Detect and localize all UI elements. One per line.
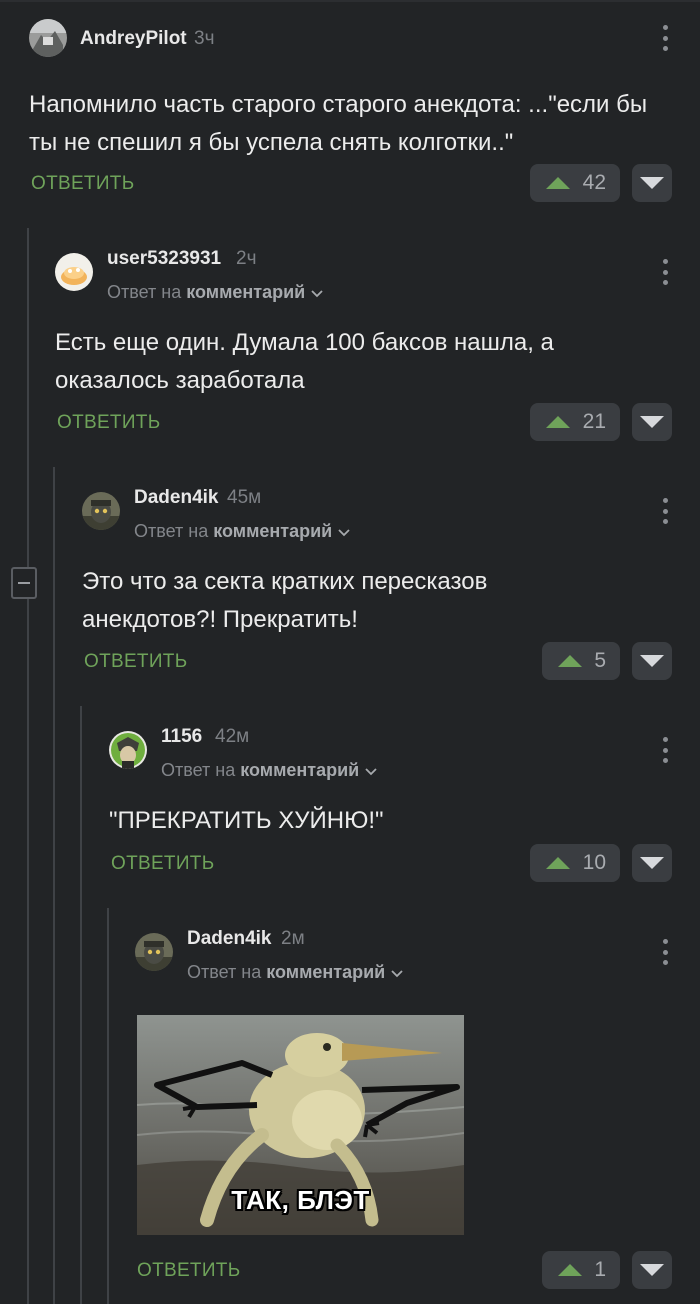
downvote-icon — [640, 857, 664, 869]
kebab-menu-icon[interactable] — [661, 25, 669, 51]
kebab-menu-icon[interactable] — [661, 939, 669, 965]
downvote-icon — [640, 177, 664, 189]
reply-to-prefix: Ответ на — [134, 521, 209, 541]
comment-text: Есть еще один. Думала 100 баксов нашла, … — [55, 329, 554, 394]
reply-to-link[interactable]: Ответ на комментарий — [187, 962, 403, 983]
reply-to-target: комментарий — [213, 521, 333, 541]
thread-line-level-1[interactable] — [27, 228, 29, 1304]
avatar[interactable] — [29, 19, 67, 57]
reply-button[interactable]: ОТВЕТИТЬ — [84, 651, 187, 673]
downvote-button[interactable] — [632, 403, 672, 441]
reply-to-prefix: Ответ на — [187, 962, 262, 982]
chevron-down-icon — [365, 760, 377, 781]
vote-count: 5 — [594, 649, 606, 672]
username[interactable]: 1156 — [161, 726, 202, 748]
upvote-icon — [546, 177, 570, 189]
upvote-icon — [558, 1264, 582, 1276]
reply-to-link[interactable]: Ответ на комментарий — [161, 760, 377, 781]
upvote-button[interactable]: 10 — [530, 844, 620, 882]
comment-text: Это что за секта кратких пересказов анек… — [82, 568, 488, 633]
username[interactable]: user5323931 — [107, 248, 221, 270]
downvote-icon — [640, 1264, 664, 1276]
upvote-button[interactable]: 21 — [530, 403, 620, 441]
downvote-button[interactable] — [632, 642, 672, 680]
comment-image[interactable]: ТАК, БЛЭТ — [137, 1015, 464, 1235]
avatar[interactable] — [55, 253, 93, 291]
avatar[interactable] — [82, 492, 120, 530]
comment-time: 2ч — [236, 248, 257, 269]
downvote-icon — [640, 655, 664, 667]
vote-count: 42 — [582, 171, 606, 194]
reply-button[interactable]: ОТВЕТИТЬ — [111, 853, 214, 875]
upvote-button[interactable]: 42 — [530, 164, 620, 202]
reply-button[interactable]: ОТВЕТИТЬ — [137, 1260, 240, 1282]
reply-to-target: комментарий — [186, 282, 306, 302]
reply-button[interactable]: ОТВЕТИТЬ — [31, 173, 134, 195]
collapse-icon — [18, 582, 30, 584]
comment-text: Напомнило часть старого старого анекдота… — [29, 91, 648, 156]
reply-button[interactable]: ОТВЕТИТЬ — [57, 412, 160, 434]
comment-time: 3ч — [194, 28, 215, 49]
downvote-button[interactable] — [632, 1251, 672, 1289]
comment-time: 42м — [215, 726, 250, 747]
comment-time: 45м — [227, 487, 262, 508]
vote-count: 10 — [582, 851, 606, 874]
thread-line-level-2[interactable] — [53, 467, 55, 1304]
vote-count: 1 — [594, 1258, 606, 1281]
upvote-icon — [546, 416, 570, 428]
comments-page: AndreyPilot 3ч Напомнило часть старого с… — [0, 0, 700, 1304]
chevron-down-icon — [311, 282, 323, 303]
kebab-menu-icon[interactable] — [661, 498, 669, 524]
upvote-button[interactable]: 5 — [542, 642, 620, 680]
username[interactable]: AndreyPilot — [80, 28, 187, 50]
upvote-icon — [546, 857, 570, 869]
thread-line-level-4[interactable] — [107, 908, 109, 1304]
reply-to-link[interactable]: Ответ на комментарий — [107, 282, 323, 303]
reply-to-prefix: Ответ на — [107, 282, 182, 302]
downvote-button[interactable] — [632, 844, 672, 882]
vote-count: 21 — [582, 410, 606, 433]
image-caption: ТАК, БЛЭТ — [231, 1185, 370, 1215]
upvote-button[interactable]: 1 — [542, 1251, 620, 1289]
comment-text: "ПРЕКРАТИТЬ ХУЙНЮ!" — [109, 807, 384, 834]
collapse-thread-button[interactable] — [11, 567, 37, 599]
reply-to-target: комментарий — [266, 962, 386, 982]
kebab-menu-icon[interactable] — [661, 259, 669, 285]
avatar[interactable] — [109, 731, 147, 769]
chevron-down-icon — [391, 962, 403, 983]
top-divider — [0, 0, 700, 2]
reply-to-prefix: Ответ на — [161, 760, 236, 780]
chevron-down-icon — [338, 521, 350, 542]
reply-to-link[interactable]: Ответ на комментарий — [134, 521, 350, 542]
avatar[interactable] — [135, 933, 173, 971]
reply-to-target: комментарий — [240, 760, 360, 780]
upvote-icon — [558, 655, 582, 667]
thread-line-level-3[interactable] — [80, 706, 82, 1304]
username[interactable]: Daden4ik — [187, 928, 271, 950]
downvote-button[interactable] — [632, 164, 672, 202]
comment-time: 2м — [281, 928, 305, 949]
downvote-icon — [640, 416, 664, 428]
kebab-menu-icon[interactable] — [661, 737, 669, 763]
username[interactable]: Daden4ik — [134, 487, 218, 509]
